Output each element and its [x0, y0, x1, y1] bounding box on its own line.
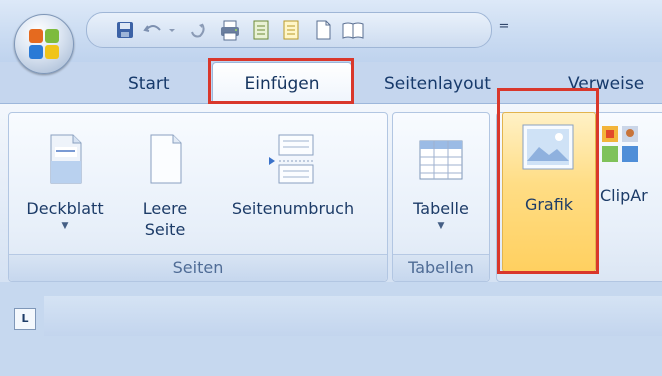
seitenumbruch-label: Seitenumbruch [231, 199, 355, 218]
tabelle-button[interactable]: Tabelle ▼ [397, 133, 485, 233]
group-seiten: Deckblatt ▼ Leere Seite Seitenumbruch Se… [8, 112, 388, 282]
leere-seite-label-line2: Seite [144, 220, 186, 239]
clipart-icon [602, 126, 638, 162]
quick-access-toolbar [86, 12, 492, 48]
undo-icon[interactable] [143, 20, 163, 40]
open-book-icon[interactable] [341, 20, 365, 40]
clipart-label: ClipAr [600, 186, 648, 205]
tabelle-label: Tabelle [413, 199, 469, 218]
leere-seite-label-line1: Leere [142, 199, 188, 218]
ruler-area: L [0, 282, 662, 376]
horizontal-ruler[interactable] [44, 296, 662, 336]
save-icon[interactable] [115, 20, 135, 40]
leere-seite-button[interactable]: Leere Seite [135, 133, 195, 240]
highlight-box-einfuegen [208, 58, 354, 104]
print-icon[interactable] [219, 19, 241, 41]
office-logo-icon [29, 29, 59, 59]
tabelle-dropdown-icon[interactable]: ▼ [397, 219, 485, 233]
tab-selector-button[interactable]: L [14, 308, 36, 330]
deckblatt-dropdown-icon[interactable]: ▼ [15, 219, 115, 233]
seitenumbruch-button[interactable]: Seitenumbruch [209, 133, 377, 219]
new-document-icon[interactable] [313, 20, 333, 40]
tab-seitenlayout[interactable]: Seitenlayout [384, 67, 491, 101]
highlight-box-grafik [497, 88, 599, 274]
clipart-button[interactable]: ClipAr [600, 124, 662, 206]
page-break-icon [269, 134, 314, 184]
group-label-seiten: Seiten [9, 254, 387, 281]
deckblatt-label: Deckblatt [26, 199, 104, 218]
group-label-tabellen: Tabellen [393, 254, 489, 281]
deckblatt-button[interactable]: Deckblatt ▼ [15, 133, 115, 233]
group-tabellen: Tabelle ▼ Tabellen [392, 112, 490, 282]
redo-icon[interactable] [187, 20, 207, 40]
table-icon [419, 140, 463, 180]
customize-qat-button[interactable]: = [497, 18, 511, 36]
office-button[interactable] [14, 14, 74, 74]
document-icon[interactable] [251, 20, 271, 40]
cover-page-icon [50, 134, 82, 184]
undo-dropdown-icon[interactable] [167, 20, 177, 40]
blank-page-icon [150, 134, 182, 184]
tab-start[interactable]: Start [128, 67, 170, 101]
document-yellow-icon[interactable] [281, 20, 301, 40]
